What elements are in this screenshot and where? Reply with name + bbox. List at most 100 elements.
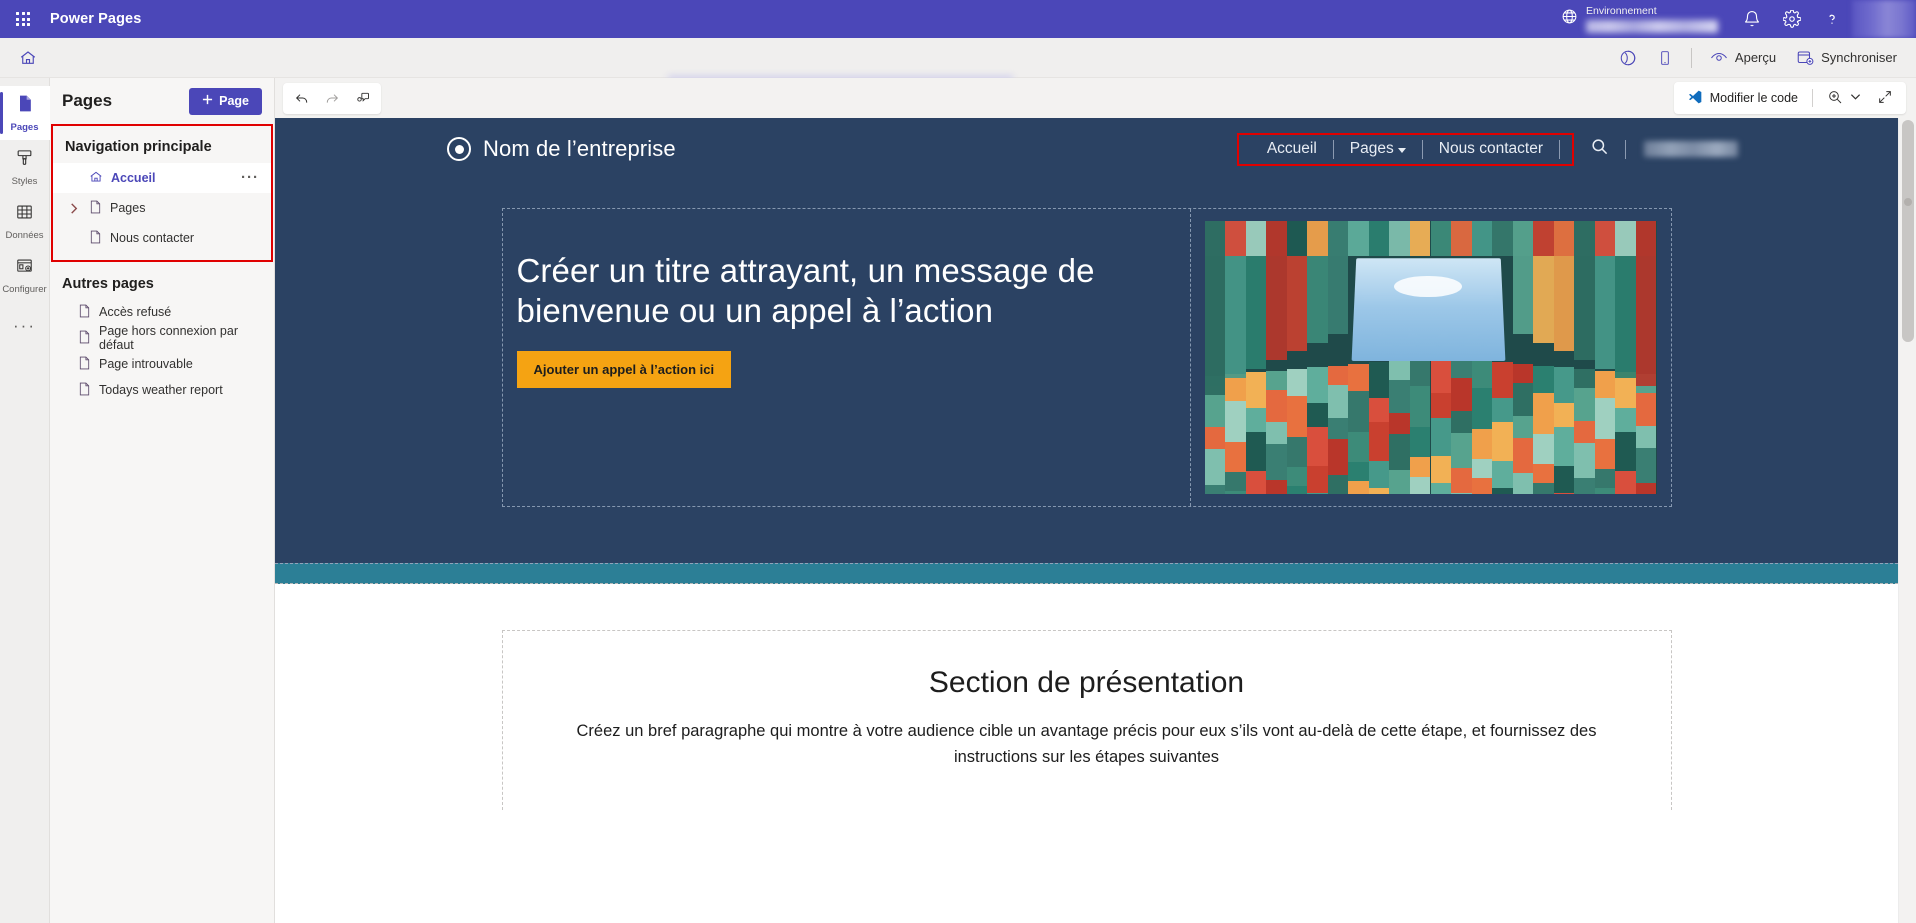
site-navigation: Accueil Pages Nous contacter xyxy=(1236,132,1574,166)
canvas-toolbar-right: Modifier le code xyxy=(1673,82,1906,114)
divider xyxy=(1812,89,1813,107)
edit-code-button[interactable]: Modifier le code xyxy=(1680,85,1805,111)
page-icon xyxy=(89,200,102,217)
rail-label-pages: Pages xyxy=(10,122,39,133)
rail-label-donnees: Données xyxy=(5,229,44,241)
divider xyxy=(1690,47,1692,68)
sync-label: Synchroniser xyxy=(1821,50,1897,65)
zoom-in-icon xyxy=(1827,89,1843,108)
scrollbar-thumb[interactable] xyxy=(1902,120,1914,342)
hero-title: Créer un titre attrayant, un message de … xyxy=(516,252,1095,329)
chevron-right-icon[interactable] xyxy=(67,202,81,214)
other-pages-title: Autres pages xyxy=(62,276,154,292)
other-page-label: Accès refusé xyxy=(99,305,172,319)
nav-item-label: Accueil xyxy=(111,171,156,185)
site-brand[interactable]: Nom de l’entreprise xyxy=(447,136,676,162)
site-brand-name: Nom de l’entreprise xyxy=(483,136,676,161)
sync-button[interactable]: Synchroniser xyxy=(1787,43,1906,73)
site-preview: Nom de l’entreprise Accueil Pages Nous c… xyxy=(275,118,1898,923)
settings-icon[interactable] xyxy=(1772,0,1812,38)
other-page-label: Todays weather report xyxy=(99,383,223,397)
other-page-hors-connexion[interactable]: Page hors connexion par défaut xyxy=(50,324,274,352)
help-icon[interactable] xyxy=(1812,0,1852,38)
app-header: Power Pages Environnement xyxy=(0,0,1916,38)
hero-image xyxy=(1204,221,1657,494)
pages-panel: Pages Page Navigation principale Accueil… xyxy=(50,78,275,923)
redo-button[interactable] xyxy=(318,86,346,111)
intro-section-title: Section de présentation xyxy=(928,666,1245,699)
divider xyxy=(1625,139,1626,159)
table-icon xyxy=(15,202,34,227)
other-page-label: Page hors connexion par défaut xyxy=(99,324,238,352)
circle-target-logo-icon xyxy=(447,137,471,161)
rail-item-donnees[interactable]: Données xyxy=(0,194,50,248)
other-page-weather-report[interactable]: Todays weather report xyxy=(50,377,274,403)
scrollbar-marker xyxy=(1904,198,1912,206)
page-icon xyxy=(78,304,91,321)
nav-item-label: Pages xyxy=(110,201,146,215)
globe-icon xyxy=(1561,8,1578,30)
preview-label: Aperçu xyxy=(1734,50,1777,65)
search-icon[interactable] xyxy=(1574,137,1625,161)
left-rail: Pages Styles Données Configurer ··· xyxy=(0,78,50,923)
undo-button[interactable] xyxy=(288,86,316,111)
app-launcher-icon[interactable] xyxy=(0,0,46,38)
site-user-name-redacted[interactable] xyxy=(1644,141,1738,157)
hero-section: Créer un titre attrayant, un message de … xyxy=(275,180,1898,563)
home-icon xyxy=(89,170,103,187)
history-tools xyxy=(283,82,381,114)
page-icon xyxy=(78,356,91,373)
rail-item-styles[interactable]: Styles xyxy=(0,140,50,194)
home-icon[interactable] xyxy=(0,38,56,78)
site-nav-link-pages-label: Pages xyxy=(1349,140,1394,157)
preview-button[interactable]: Aperçu xyxy=(1701,43,1785,73)
canvas-scrollbar[interactable] xyxy=(1898,118,1916,923)
mobile-icon[interactable] xyxy=(1648,43,1682,73)
nav-item-label: Nous contacter xyxy=(110,231,195,245)
vscode-icon xyxy=(1687,89,1703,108)
nav-item-more-button[interactable]: ··· xyxy=(241,170,259,185)
hero-cta-button[interactable]: Ajouter un appel à l’action ici xyxy=(516,350,732,388)
caret-down-icon xyxy=(1397,148,1406,153)
brush-icon xyxy=(15,148,34,173)
nav-item-pages[interactable]: Pages xyxy=(53,193,271,223)
app-shell: Pages Styles Données Configurer ··· Page… xyxy=(0,78,1916,923)
rail-label-styles: Styles xyxy=(11,175,38,187)
page-icon xyxy=(78,330,91,347)
notifications-icon[interactable] xyxy=(1732,0,1772,38)
expand-button[interactable] xyxy=(1870,85,1900,111)
other-page-introuvable[interactable]: Page introuvable xyxy=(50,351,274,377)
editor-canvas: Modifier le code Nom de l’entreprise Acc… xyxy=(275,78,1916,923)
page-icon xyxy=(89,230,102,247)
rail-more-button[interactable]: ··· xyxy=(13,316,36,336)
add-page-label: Page xyxy=(219,94,249,108)
main-navigation-title: Navigation principale xyxy=(65,139,212,155)
hero-container: Créer un titre attrayant, un message de … xyxy=(501,208,1672,507)
rail-item-pages[interactable]: Pages xyxy=(0,86,50,140)
hero-image-column xyxy=(1191,209,1671,506)
command-bar-right: Aperçu Synchroniser xyxy=(1610,43,1916,73)
add-page-button[interactable]: Page xyxy=(189,87,262,115)
avatar[interactable] xyxy=(1852,0,1916,38)
page-icon xyxy=(15,93,35,119)
environment-selector[interactable]: Environnement xyxy=(1561,5,1718,33)
rail-item-configurer[interactable]: Configurer xyxy=(0,248,50,302)
zoom-control[interactable] xyxy=(1820,85,1868,111)
site-nav-link-nous-contacter[interactable]: Nous contacter xyxy=(1423,140,1559,158)
main-navigation-group: Navigation principale Accueil ··· Pages … xyxy=(51,124,273,262)
intro-section-paragraph: Créez un bref paragraphe qui montre à vo… xyxy=(576,722,1597,766)
plus-icon xyxy=(202,94,213,108)
theme-icon[interactable] xyxy=(1610,43,1646,73)
site-nav-link-accueil[interactable]: Accueil xyxy=(1251,140,1333,158)
comment-button[interactable] xyxy=(348,86,376,111)
nav-item-accueil[interactable]: Accueil ··· xyxy=(53,163,271,193)
environment-value-redacted xyxy=(1586,19,1718,33)
nav-item-nous-contacter[interactable]: Nous contacter xyxy=(53,223,271,253)
expand-icon xyxy=(1877,89,1893,108)
site-nav-link-pages[interactable]: Pages xyxy=(1334,140,1422,158)
other-page-acces-refuse[interactable]: Accès refusé xyxy=(50,299,274,325)
app-title: Power Pages xyxy=(50,11,142,27)
command-bar: Aperçu Synchroniser xyxy=(0,38,1916,110)
pages-panel-header: Pages Page xyxy=(50,78,274,124)
intro-section-wrapper: Section de présentation Créez un bref pa… xyxy=(275,584,1898,811)
